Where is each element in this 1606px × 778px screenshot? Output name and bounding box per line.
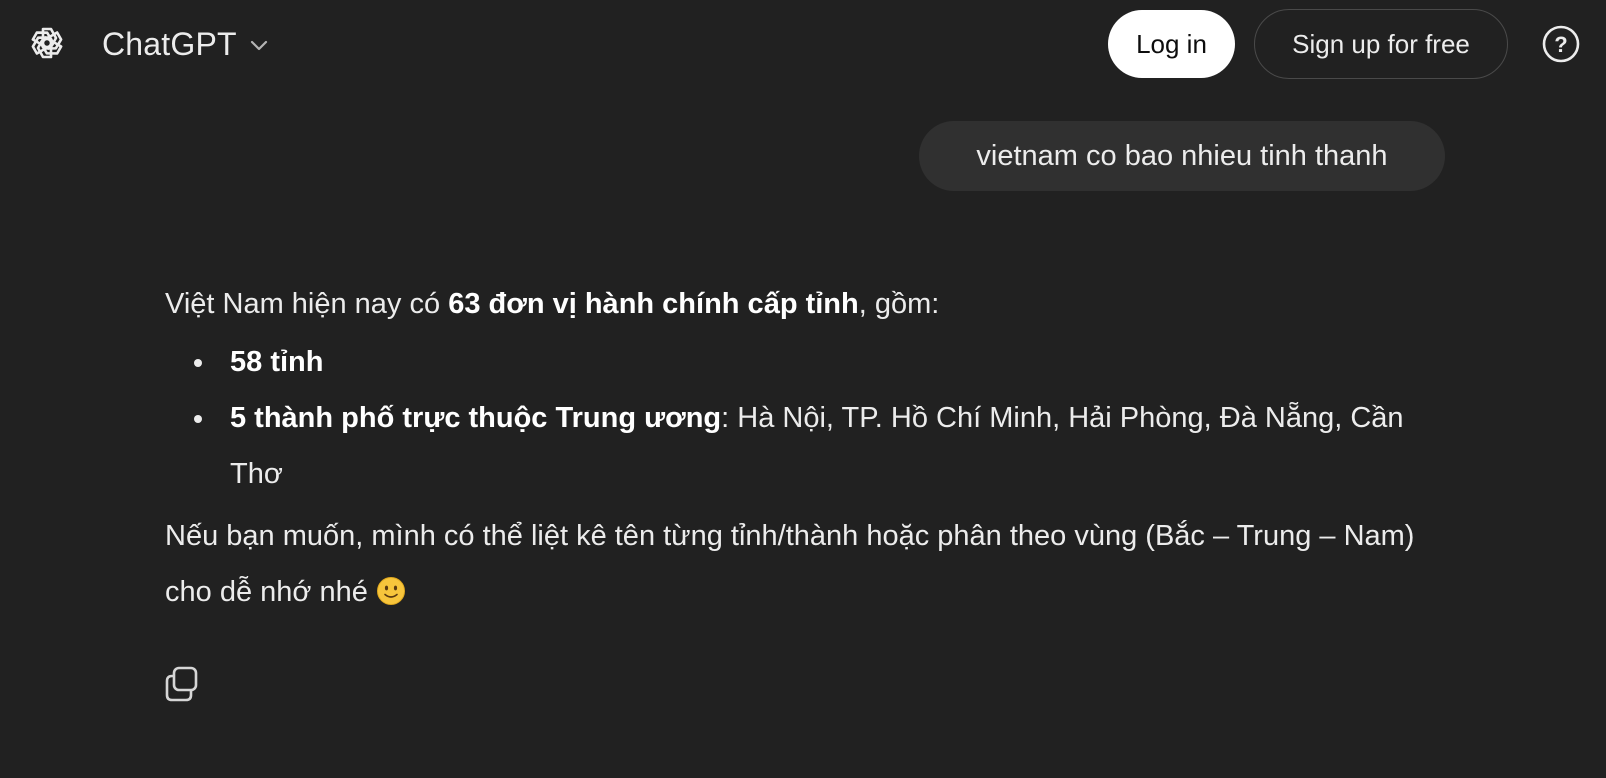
assistant-message: Việt Nam hiện nay có 63 đơn vị hành chín… [165, 276, 1455, 620]
signup-button[interactable]: Sign up for free [1254, 9, 1508, 79]
model-name: ChatGPT [102, 25, 237, 62]
intro-suffix: , gồm: [858, 288, 940, 320]
chevron-down-icon [247, 33, 271, 57]
assistant-intro: Việt Nam hiện nay có 63 đơn vị hành chín… [165, 276, 1455, 332]
help-icon-glyph: ? [1554, 32, 1567, 57]
login-button[interactable]: Log in [1108, 10, 1235, 78]
help-icon[interactable]: ? [1541, 24, 1581, 64]
model-switcher[interactable]: ChatGPT [102, 22, 271, 66]
assistant-list: 58 tỉnh 5 thành phố trực thuộc Trung ươn… [165, 334, 1455, 502]
top-bar: ChatGPT Log in Sign up for free ? [0, 0, 1606, 88]
assistant-outro: Nếu bạn muốn, mình có thể liệt kê tên từ… [165, 508, 1455, 620]
user-message-bubble: vietnam co bao nhieu tinh thanh [919, 121, 1445, 191]
user-message-text: vietnam co bao nhieu tinh thanh [976, 139, 1388, 172]
openai-logo-icon[interactable] [26, 22, 68, 64]
list-item-bold: 58 tỉnh [230, 346, 324, 378]
intro-bold: 63 đơn vị hành chính cấp tỉnh [448, 288, 859, 320]
list-item-bold: 5 thành phố trực thuộc Trung ương [230, 402, 722, 434]
outro-text: Nếu bạn muốn, mình có thể liệt kê tên từ… [165, 520, 1415, 608]
slightly-smiling-face-icon [376, 569, 406, 605]
copy-icon[interactable] [163, 665, 201, 703]
list-item: 5 thành phố trực thuộc Trung ương: Hà Nộ… [194, 390, 1430, 502]
list-item: 58 tỉnh [194, 334, 1455, 390]
intro-prefix: Việt Nam hiện nay có [165, 288, 449, 320]
